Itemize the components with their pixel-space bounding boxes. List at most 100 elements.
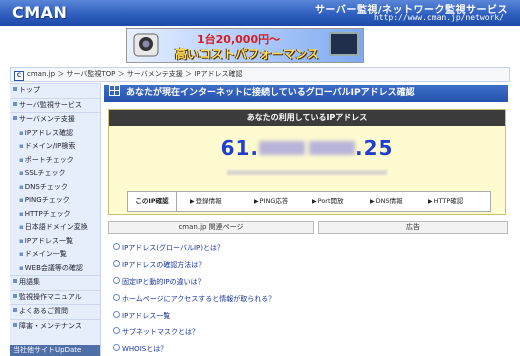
sub-bullet-icon: ▪	[19, 223, 24, 231]
sub-bullet-icon: ▪	[19, 209, 24, 218]
sidebar-item-label: サーバメンテ支援	[19, 115, 75, 123]
related-link[interactable]: IPアドレス(グローバルIP)とは？	[113, 243, 224, 253]
banner-slogan: 高いコストパフォーマンス	[175, 47, 319, 61]
cman-icon: C	[14, 71, 24, 81]
bullet-icon	[113, 277, 120, 284]
sidebar-item[interactable]: ▪WEB会議等の確認	[10, 262, 100, 276]
sub-bullet-icon: ▪	[19, 128, 24, 137]
sidebar-item-label: ポートチェック	[24, 155, 74, 164]
window-grid-icon	[109, 85, 120, 96]
sidebar-item[interactable]: ▪ポートチェック	[10, 154, 100, 168]
sidebar-footer-label[interactable]: 当社他サイトUpDate	[10, 345, 100, 356]
breadcrumb-text[interactable]: cman.jp ＞ サーバ監視TOP ＞ サーバメンテ支援 ＞ IPアドレス確認	[27, 70, 243, 78]
sidebar-item-label: DNSチェック	[24, 182, 68, 191]
square-bullet-icon	[13, 116, 17, 120]
bullet-icon	[113, 260, 120, 267]
sidebar-item[interactable]: 監視操作マニュアル	[10, 289, 100, 305]
tool-ping[interactable]: ▶PING応答	[254, 192, 288, 211]
sidebar-item[interactable]: ▪PINGチェック	[10, 194, 100, 208]
sidebar-item[interactable]: ▪IPアドレス確認	[10, 127, 100, 141]
arrow-right-icon: ▶	[190, 198, 195, 205]
sidebar-item[interactable]: 障害・メンテナンス	[10, 318, 100, 334]
site-logo[interactable]: CMAN	[12, 3, 67, 22]
ad-section-header: 広告	[318, 221, 508, 234]
related-link[interactable]: サブネットマスクとは？	[113, 327, 199, 337]
square-bullet-icon	[13, 293, 17, 298]
sidebar-item[interactable]: ▪SSLチェック	[10, 167, 100, 181]
sidebar-item-label: よくあるご質問	[19, 307, 68, 315]
camera-icon	[133, 33, 159, 57]
sidebar-item[interactable]: 用語集	[10, 275, 100, 290]
monitor-icon	[329, 32, 359, 56]
page-title-text: あなたが現在インターネットに接続しているグローバルIPアドレス確認	[126, 88, 415, 98]
related-link[interactable]: WHOISとは？	[113, 344, 167, 354]
tool-http[interactable]: ▶HTTP確認	[428, 192, 463, 211]
related-link[interactable]: ホームページにアクセスすると情報が取られる？	[113, 294, 275, 304]
ip-tools-bar: このIP確認 ▶登録情報 ▶PING応答 ▶Port開放 ▶DNS情報 ▶HTT…	[127, 191, 491, 212]
site-header: CMAN サーバー監視/ネットワーク監視サービス http://www.cman…	[0, 0, 520, 26]
sub-bullet-icon: ▪	[19, 142, 24, 150]
square-bullet-icon	[13, 322, 17, 327]
sidebar-item[interactable]: ▪日本語ドメイン変換	[10, 221, 100, 235]
sidebar-item[interactable]: ▪DNSチェック	[10, 181, 100, 195]
sidebar-item-label: トップ	[19, 86, 40, 94]
ip-hostname-redacted	[227, 170, 387, 175]
related-link[interactable]: IPアドレス一覧	[113, 311, 170, 321]
sidebar-item[interactable]: ▪ドメイン/IP検索	[10, 140, 100, 154]
sidebar-item-label: SSLチェック	[24, 169, 66, 177]
tool-port[interactable]: ▶Port開放	[312, 192, 344, 211]
ip-panel-title: あなたの利用しているIPアドレス	[109, 110, 505, 126]
bullet-icon	[113, 294, 120, 301]
sub-bullet-icon: ▪	[19, 236, 24, 245]
square-bullet-icon	[13, 87, 17, 91]
sidebar-item-label: ドメイン/IP検索	[24, 142, 76, 150]
sidebar-item-label: 障害・メンテナンス	[19, 321, 82, 330]
sub-bullet-icon: ▪	[19, 182, 24, 191]
sidebar-item-label: 日本語ドメイン変換	[24, 223, 88, 231]
related-link[interactable]: IPアドレスの確認方法は？	[113, 260, 205, 270]
sidebar-item-label: ドメイン一覧	[24, 250, 67, 258]
sub-bullet-icon: ▪	[19, 155, 24, 164]
related-link[interactable]: 固定IPと動的IPの違いは？	[113, 277, 205, 287]
arrow-right-icon: ▶	[312, 198, 317, 205]
bullet-icon	[113, 311, 120, 318]
ad-banner[interactable]: 1台20,000円〜 高いコストパフォーマンス	[126, 28, 364, 63]
ip-redacted-octet	[309, 141, 355, 155]
ip-suffix: .25	[355, 136, 394, 160]
tool-dns[interactable]: ▶DNS情報	[370, 192, 403, 211]
sub-bullet-icon: ▪	[19, 169, 24, 177]
sidebar-item-label: PINGチェック	[24, 196, 70, 204]
tools-label: このIP確認	[128, 192, 177, 211]
sidebar-item[interactable]: ▪IPアドレス一覧	[10, 235, 100, 249]
sub-bullet-icon: ▪	[19, 263, 24, 272]
page-title: あなたが現在インターネットに接続しているグローバルIPアドレス確認	[104, 85, 508, 102]
sidebar-item-label: 監視操作マニュアル	[19, 292, 82, 301]
sub-bullet-icon: ▪	[19, 250, 24, 258]
arrow-right-icon: ▶	[370, 198, 375, 205]
sidebar-item[interactable]: ▪HTTPチェック	[10, 208, 100, 222]
sidebar-item[interactable]: トップ	[10, 83, 100, 98]
sub-bullet-icon: ▪	[19, 196, 24, 204]
tool-registration-info[interactable]: ▶登録情報	[190, 192, 222, 211]
ip-redacted-octet	[259, 141, 305, 155]
sidebar-item[interactable]: よくあるご質問	[10, 304, 100, 319]
header-url: http://www.cman.jp/network/	[373, 13, 504, 22]
sidebar-item[interactable]: ▪ドメイン一覧	[10, 248, 100, 262]
breadcrumb: Ccman.jp ＞ サーバ監視TOP ＞ サーバメンテ支援 ＞ IPアドレス確…	[10, 67, 510, 82]
sidebar-item-label: サーバ監視サービス	[19, 100, 82, 109]
related-pages-header: cman.jp 関連ページ	[108, 221, 314, 234]
ip-address: 61. .25	[109, 136, 505, 160]
square-bullet-icon	[13, 279, 17, 283]
bullet-icon	[113, 327, 120, 334]
sidebar-item-label: 用語集	[19, 278, 40, 286]
square-bullet-icon	[13, 308, 17, 312]
sidebar-item[interactable]: サーバメンテ支援	[10, 112, 100, 127]
arrow-right-icon: ▶	[428, 198, 433, 205]
arrow-right-icon: ▶	[254, 198, 259, 205]
sidebar-item[interactable]: サーバ監視サービス	[10, 97, 100, 113]
sidebar-item-label: WEB会議等の確認	[24, 263, 83, 272]
ip-panel: あなたの利用しているIPアドレス 61. .25 このIP確認 ▶登録情報 ▶PI…	[108, 109, 506, 215]
bullet-icon	[113, 243, 120, 250]
sidebar: トップ サーバ監視サービス サーバメンテ支援 ▪IPアドレス確認 ▪ドメイン/IP検索 ▪…	[10, 83, 101, 356]
square-bullet-icon	[13, 101, 17, 106]
